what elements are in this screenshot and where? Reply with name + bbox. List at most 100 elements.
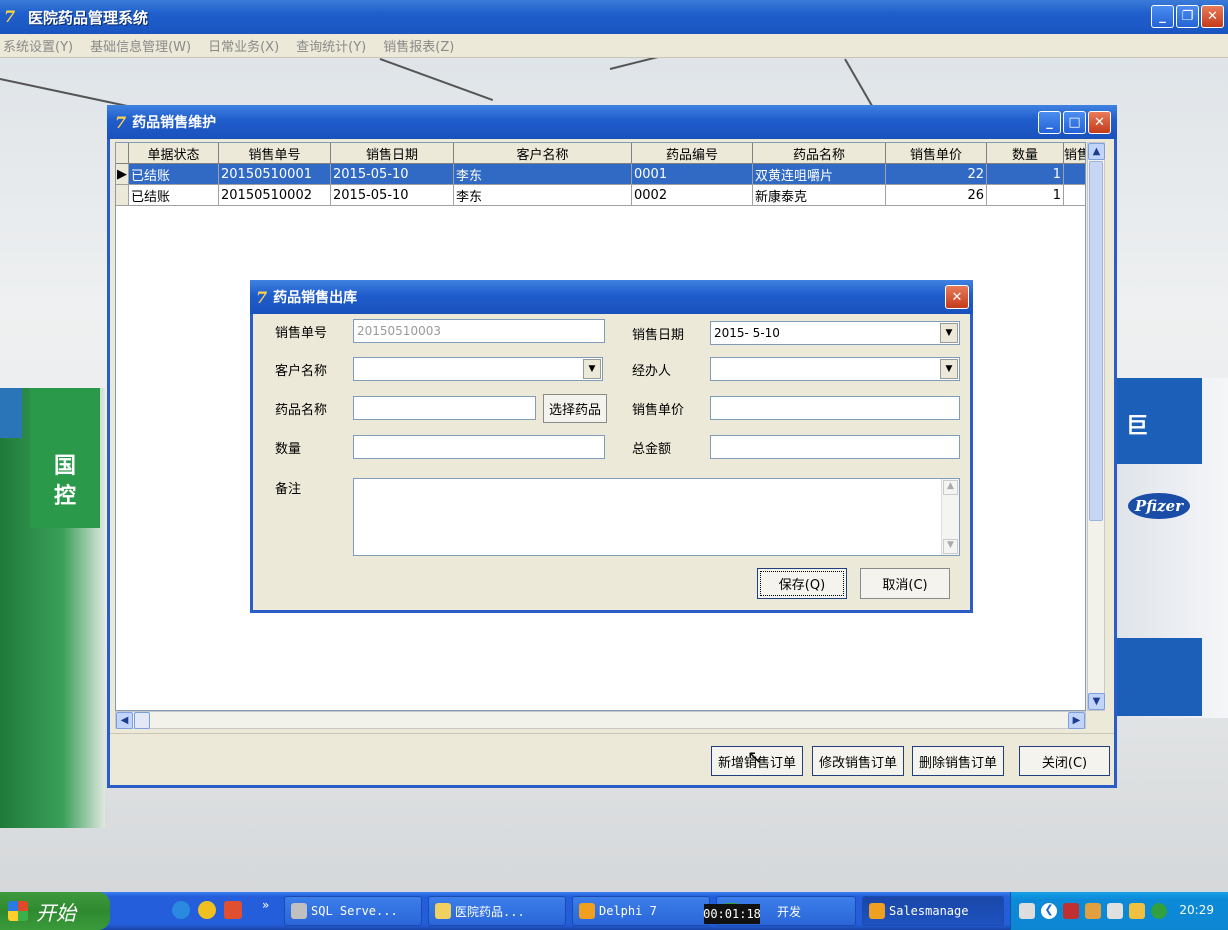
- maximize-button[interactable]: □: [1063, 111, 1086, 134]
- close-button[interactable]: ✕: [1201, 5, 1224, 28]
- unit-price-field[interactable]: [710, 396, 960, 420]
- unit-price-label: 销售单价: [632, 403, 685, 418]
- cancel-button[interactable]: 取消(C): [860, 568, 950, 599]
- left-shelf-image: 国 控: [0, 388, 105, 828]
- keyboard-icon[interactable]: [1019, 903, 1035, 919]
- sale-date-picker[interactable]: 2015- 5-10 ▼: [710, 321, 960, 345]
- menu-sales-report[interactable]: 销售报表(Z): [383, 36, 454, 55]
- minimize-button[interactable]: _: [1151, 5, 1174, 28]
- scroll-thumb[interactable]: [134, 712, 150, 729]
- right-shelf-image: 巨 Pfizer: [1116, 378, 1228, 718]
- select-drug-button[interactable]: 选择药品: [543, 394, 607, 423]
- remark-label: 备注: [275, 482, 302, 497]
- tray-icon[interactable]: [1063, 903, 1079, 919]
- folder-icon: [435, 903, 451, 919]
- scroll-right-icon[interactable]: ▶: [1068, 712, 1085, 729]
- window-titlebar: 7 药品销售维护 _ □ ✕: [107, 105, 1117, 139]
- scroll-down-icon[interactable]: ▼: [1088, 693, 1105, 710]
- quantity-field[interactable]: [353, 435, 605, 459]
- edit-sales-order-button[interactable]: 修改销售订单: [812, 746, 904, 776]
- quantity-label: 数量: [275, 442, 302, 457]
- delphi-logo-icon: 7: [115, 112, 127, 132]
- scroll-up-icon[interactable]: ▲: [1088, 143, 1105, 160]
- quicklaunch-icon[interactable]: [224, 901, 242, 919]
- chevron-down-icon[interactable]: ▼: [940, 359, 958, 379]
- app-logo-icon: 7: [4, 7, 16, 26]
- chevron-down-icon[interactable]: ▼: [583, 359, 601, 379]
- close-button[interactable]: ✕: [1088, 111, 1111, 134]
- column-header[interactable]: 销售日期: [331, 143, 454, 164]
- order-no-label: 销售单号: [275, 326, 328, 341]
- clock[interactable]: 20:29: [1179, 903, 1214, 917]
- recording-timer: 00:01:18: [703, 904, 761, 924]
- network-icon[interactable]: [1107, 903, 1123, 919]
- taskbar-item[interactable]: Delphi 7: [572, 896, 710, 926]
- menu-query-stats[interactable]: 查询统计(Y): [296, 36, 366, 55]
- taskbar-item-active[interactable]: Salesmanage: [862, 896, 1004, 926]
- sql-server-icon: [291, 903, 307, 919]
- customer-label: 客户名称: [275, 364, 328, 379]
- delete-sales-order-button[interactable]: 删除销售订单: [912, 746, 1004, 776]
- system-tray: ❮ 20:29: [1010, 892, 1228, 930]
- column-header[interactable]: 销售单价: [886, 143, 987, 164]
- minimize-button[interactable]: _: [1038, 111, 1061, 134]
- window-title: 药品销售维护: [132, 115, 217, 131]
- chevron-left-icon[interactable]: ❮: [1041, 903, 1057, 919]
- windows-logo-icon: [8, 901, 28, 921]
- ie-icon[interactable]: [172, 901, 190, 919]
- quicklaunch-icon[interactable]: [198, 901, 216, 919]
- mouse-cursor-icon: ↖: [747, 747, 763, 768]
- close-icon[interactable]: ✕: [945, 285, 969, 309]
- save-button[interactable]: 保存(Q): [757, 568, 847, 599]
- vertical-scrollbar[interactable]: ▲ ▼: [1087, 142, 1105, 711]
- scroll-left-icon[interactable]: ◀: [116, 712, 133, 729]
- chevron-down-icon[interactable]: ▼: [940, 323, 958, 343]
- ceiling-line: [609, 58, 727, 70]
- horizontal-scrollbar[interactable]: ◀ ▶: [115, 711, 1086, 729]
- column-header[interactable]: 药品编号: [632, 143, 753, 164]
- button-bar: 新增销售订单 修改销售订单 删除销售订单 关闭(C): [110, 733, 1114, 783]
- table-row[interactable]: 已结账 20150510002 2015-05-10 李东 0002 新康泰克 …: [116, 185, 1085, 206]
- pfizer-logo: Pfizer: [1128, 493, 1190, 519]
- dialog-title: 药品销售出库: [273, 290, 358, 306]
- user-icon[interactable]: [1085, 903, 1101, 919]
- column-header[interactable]: 客户名称: [454, 143, 632, 164]
- menu-system-settings[interactable]: 系统设置(Y): [3, 36, 73, 55]
- menu-basic-info[interactable]: 基础信息管理(W): [90, 36, 191, 55]
- indicator-header: [116, 143, 129, 164]
- total-amount-label: 总金额: [632, 442, 672, 457]
- delphi-icon: [869, 903, 885, 919]
- close-window-button[interactable]: 关闭(C): [1019, 746, 1110, 776]
- sales-outbound-dialog: 7 药品销售出库 ✕ 销售单号 20150510003 销售日期 2015- 5…: [250, 280, 973, 613]
- chevron-right-icon[interactable]: »: [262, 898, 269, 912]
- taskbar: 开始 » SQL Serve... 医院药品... Delphi 7 开发 Sa…: [0, 892, 1228, 930]
- taskbar-item[interactable]: 医院药品...: [428, 896, 566, 926]
- remark-textarea[interactable]: ▲ ▼: [353, 478, 960, 556]
- column-header[interactable]: 销售金: [1064, 143, 1085, 164]
- order-no-field[interactable]: 20150510003: [353, 319, 605, 343]
- menu-daily-business[interactable]: 日常业务(X): [208, 36, 279, 55]
- security-shield-icon[interactable]: [1151, 903, 1167, 919]
- drug-name-label: 药品名称: [275, 403, 328, 418]
- dialog-titlebar: 7 药品销售出库 ✕: [250, 280, 973, 314]
- column-header[interactable]: 单据状态: [129, 143, 219, 164]
- start-button[interactable]: 开始: [0, 892, 110, 930]
- taskbar-item[interactable]: SQL Serve...: [284, 896, 422, 926]
- scroll-thumb[interactable]: [1089, 161, 1103, 521]
- memo-scrollbar[interactable]: ▲ ▼: [941, 479, 959, 555]
- column-header[interactable]: 数量: [987, 143, 1064, 164]
- handler-select[interactable]: ▼: [710, 357, 960, 381]
- volume-icon[interactable]: [1129, 903, 1145, 919]
- scroll-down-icon[interactable]: ▼: [943, 539, 958, 554]
- row-pointer-icon: ▶: [116, 164, 129, 185]
- scroll-up-icon[interactable]: ▲: [943, 480, 958, 495]
- column-header[interactable]: 药品名称: [753, 143, 886, 164]
- restore-button[interactable]: ❐: [1176, 5, 1199, 28]
- ceiling-line: [844, 58, 876, 112]
- total-amount-field[interactable]: [710, 435, 960, 459]
- table-row[interactable]: ▶ 已结账 20150510001 2015-05-10 李东 0001 双黄连…: [116, 164, 1085, 185]
- menu-bar: 系统设置(Y) 基础信息管理(W) 日常业务(X) 查询统计(Y) 销售报表(Z…: [0, 34, 1228, 58]
- column-header[interactable]: 销售单号: [219, 143, 331, 164]
- drug-name-field[interactable]: [353, 396, 536, 420]
- customer-select[interactable]: ▼: [353, 357, 603, 381]
